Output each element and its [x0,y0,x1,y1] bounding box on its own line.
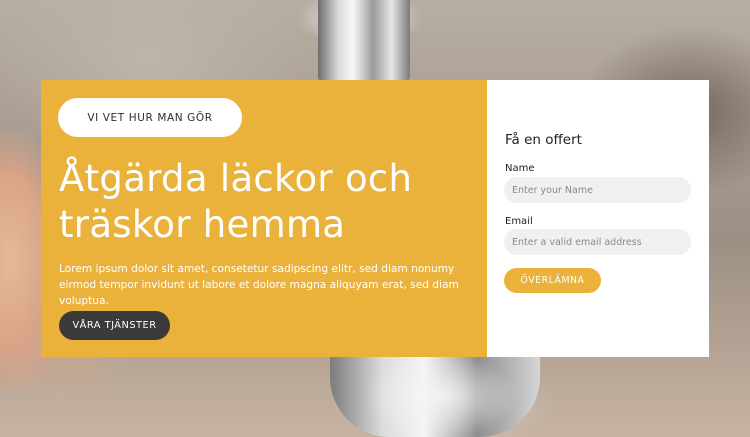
hero-body-text: Lorem ipsum dolor sit amet, consetetur s… [59,263,459,307]
pipe-image-bottom [330,356,540,437]
email-field[interactable] [504,229,691,255]
hero-panel: VI VET HUR MAN GÖR Åtgärda läckor och tr… [41,80,487,357]
email-label: Email [505,216,533,227]
hero-badge: VI VET HUR MAN GÖR [58,98,242,137]
services-button[interactable]: VÅRA TJÄNSTER [59,311,170,340]
submit-button[interactable]: ÖVERLÄMNA [504,268,601,293]
hero-heading: Åtgärda läckor och träskor hemma [59,157,413,246]
quote-form: Få en offert Name Email ÖVERLÄMNA [487,80,709,357]
name-label: Name [505,163,535,174]
pipe-image-top [318,0,410,82]
name-field[interactable] [504,177,691,203]
form-title: Få en offert [505,132,582,148]
